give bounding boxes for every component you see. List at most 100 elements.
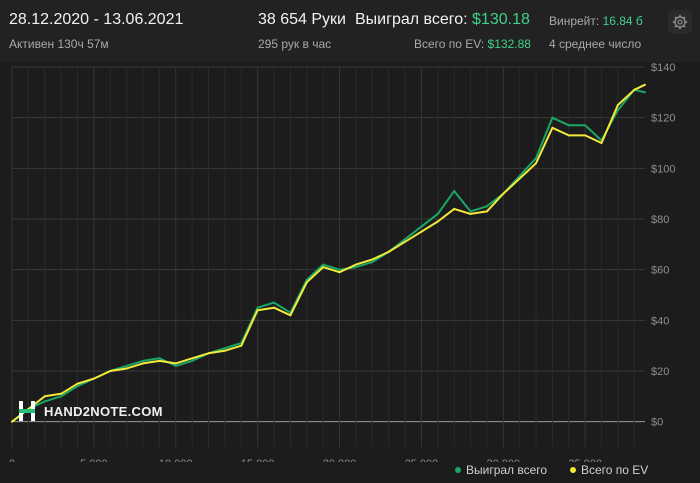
data-point-won: [436, 212, 439, 215]
hands-per-hour: 295 рук в час: [258, 37, 332, 51]
hand2note-logo: HAND2NOTE.COM: [18, 400, 163, 422]
won-total-value: $130.18: [472, 11, 530, 28]
data-point-ev: [404, 240, 407, 243]
x-tick-label: 30 000: [486, 458, 520, 462]
data-point-ev: [551, 126, 554, 129]
legend-won-swatch: [455, 467, 461, 473]
h2n-logo-icon: [19, 401, 35, 421]
logo-text: HAND2NOTE.COM: [44, 403, 163, 419]
data-point-ev: [109, 370, 112, 372]
legend-ev: Всего по EV: [570, 463, 648, 477]
data-point-won: [273, 301, 276, 304]
x-tick-label: 10 000: [159, 458, 193, 462]
data-point-ev: [600, 142, 603, 144]
data-point-ev: [240, 344, 243, 347]
winrate-label: Винрейт:: [549, 14, 600, 28]
active-time: Активен 130ч 57м: [9, 37, 109, 51]
date-range: 28.12.2020 - 13.06.2021: [9, 11, 184, 28]
data-point-ev: [387, 250, 390, 253]
data-point-ev: [485, 210, 488, 213]
data-point-ev: [567, 134, 570, 137]
legend-won: Выиграл всего: [455, 463, 547, 477]
average-count: 4 среднее число: [549, 37, 642, 51]
data-point-ev: [60, 392, 63, 395]
winrate-clip: Винрейт: 16.84 б 4 среднее число: [549, 14, 655, 58]
stats-header: 28.12.2020 - 13.06.2021 Активен 130ч 57м…: [0, 0, 700, 62]
data-point-ev: [420, 230, 423, 233]
legend-won-label: Выиграл всего: [466, 463, 548, 477]
data-point-ev: [142, 362, 145, 365]
data-point-ev: [436, 220, 439, 223]
y-tick-label: $80: [651, 214, 669, 226]
data-point-ev: [11, 420, 13, 423]
data-point-ev: [535, 162, 538, 165]
ev-total: Всего по EV: $132.88: [414, 37, 531, 51]
y-tick-label: $40: [651, 315, 669, 327]
winrate: Винрейт: 16.84 б: [549, 14, 643, 28]
legend-ev-swatch: [570, 467, 576, 473]
data-point-ev: [584, 134, 587, 137]
data-point-ev: [43, 395, 46, 398]
data-point-won: [354, 266, 357, 269]
settings-button[interactable]: [668, 10, 692, 34]
data-point-ev: [223, 349, 226, 352]
data-point-won: [551, 116, 554, 119]
data-point-won: [453, 190, 456, 193]
x-tick-label: 25 000: [405, 458, 439, 462]
won-total: Выиграл всего: $130.18: [355, 11, 530, 29]
data-point-won: [371, 261, 374, 264]
data-point-won: [404, 238, 407, 241]
data-point-won: [60, 395, 63, 398]
data-point-ev: [502, 192, 505, 195]
data-point-won: [191, 359, 194, 362]
x-tick-label: 35 000: [568, 458, 602, 462]
x-tick-label: 20 000: [323, 458, 357, 462]
data-point-won: [76, 385, 79, 388]
data-point-ev: [371, 258, 374, 261]
data-point-ev: [338, 271, 341, 274]
data-point-ev: [518, 177, 521, 180]
data-point-won: [256, 306, 259, 309]
data-point-won: [584, 124, 587, 127]
y-tick-label: $100: [651, 163, 675, 175]
data-point-won: [322, 263, 325, 266]
data-point-ev: [616, 104, 619, 106]
winrate-value: 16.84 б: [602, 14, 643, 28]
data-point-ev: [453, 207, 456, 210]
data-point-ev: [174, 362, 177, 365]
x-tick-label: 5 000: [80, 458, 108, 462]
data-point-ev: [305, 281, 308, 284]
data-point-ev: [273, 306, 276, 309]
data-point-ev: [322, 266, 325, 269]
data-point-ev: [158, 359, 161, 362]
data-point-ev: [354, 263, 357, 266]
data-point-ev: [76, 382, 79, 385]
ev-total-label: Всего по EV:: [414, 37, 485, 51]
y-tick-label: $0: [651, 417, 663, 429]
data-point-ev: [207, 352, 210, 355]
data-point-won: [485, 205, 488, 208]
won-total-label: Выиграл всего:: [355, 11, 468, 28]
data-point-ev: [644, 83, 646, 86]
y-tick-label: $140: [651, 62, 675, 74]
gear-icon: [672, 14, 688, 30]
data-point-ev: [191, 357, 194, 360]
data-point-won: [616, 109, 619, 112]
data-point-won: [469, 210, 472, 213]
data-point-won: [420, 225, 423, 228]
x-tick-label: 0: [9, 458, 15, 462]
data-point-won: [174, 364, 177, 367]
data-point-won: [158, 357, 161, 360]
y-tick-label: $60: [651, 265, 669, 277]
data-point-won: [567, 124, 570, 127]
data-point-won: [338, 268, 341, 271]
data-point-won: [223, 347, 226, 350]
data-point-ev: [633, 88, 636, 91]
data-point-won: [535, 157, 538, 160]
data-point-won: [644, 91, 646, 94]
ev-total-value: $132.88: [487, 37, 531, 51]
data-point-ev: [92, 377, 95, 380]
data-point-ev: [125, 367, 128, 370]
data-point-won: [125, 364, 128, 367]
data-point-ev: [469, 212, 472, 215]
